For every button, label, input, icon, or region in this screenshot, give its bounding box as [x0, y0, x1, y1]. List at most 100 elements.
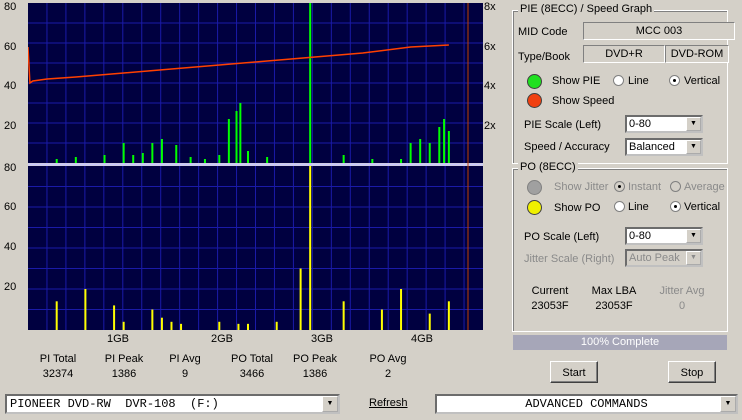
- chevron-down-icon[interactable]: ▼: [686, 229, 701, 243]
- pie-scale-label: PIE Scale (Left): [524, 119, 602, 131]
- po-scale-select[interactable]: 0-80 ▼: [625, 227, 703, 245]
- pie-bar: [428, 143, 431, 163]
- pie-bar: [342, 155, 345, 163]
- po-bar: [380, 309, 383, 330]
- chevron-down-icon[interactable]: ▼: [322, 396, 338, 412]
- chevron-down-icon[interactable]: ▼: [720, 396, 736, 412]
- speed-accuracy-select[interactable]: Balanced ▼: [625, 138, 703, 156]
- stat-pi-avg: PI Avg 9: [169, 353, 201, 380]
- axis-tick: 40: [4, 241, 17, 253]
- pie-line-label[interactable]: Line: [628, 75, 649, 87]
- speed-color-icon[interactable]: [527, 93, 542, 108]
- pie-scale-select[interactable]: 0-80 ▼: [625, 115, 703, 133]
- progress-bar: 100% Complete: [513, 335, 727, 350]
- axis-tick: 40: [4, 80, 17, 92]
- po-vertical-radio[interactable]: [670, 201, 681, 212]
- pie-panel-title: PIE (8ECC) / Speed Graph: [518, 3, 655, 15]
- axis-tick: 20: [4, 120, 17, 132]
- pie-bar: [55, 159, 58, 163]
- po-bar: [218, 321, 221, 330]
- chevron-down-icon[interactable]: ▼: [686, 117, 701, 131]
- pie-bar: [218, 155, 221, 163]
- po-vertical-label[interactable]: Vertical: [684, 201, 720, 213]
- pie-bar: [227, 119, 230, 163]
- pie-bar: [309, 3, 312, 163]
- chevron-down-icon[interactable]: ▼: [686, 140, 701, 154]
- pie-bar: [160, 139, 163, 163]
- po-bar: [122, 321, 125, 330]
- axis-tick: 3GB: [310, 333, 333, 345]
- show-pie-label[interactable]: Show PIE: [552, 75, 600, 87]
- po-color-icon[interactable]: [527, 200, 542, 215]
- pie-bar: [247, 151, 249, 163]
- mid-code-label: MID Code: [518, 26, 568, 38]
- po-bar: [299, 268, 302, 330]
- axis-tick: 4x: [484, 80, 496, 92]
- disc-type-value: DVD+R: [583, 45, 665, 63]
- jitter-average-radio: [670, 181, 681, 192]
- po-bar: [113, 305, 116, 330]
- po-line-label[interactable]: Line: [628, 201, 649, 213]
- pie-bar: [151, 143, 154, 163]
- pie-bar: [203, 159, 206, 163]
- po-bar: [170, 321, 173, 330]
- pie-bar: [266, 157, 269, 163]
- type-book-label: Type/Book: [518, 51, 570, 63]
- po-bar: [309, 166, 312, 330]
- po-bar: [428, 313, 431, 330]
- axis-tick: 6x: [484, 41, 496, 53]
- axis-tick: 60: [4, 41, 17, 53]
- pie-bar: [371, 159, 374, 163]
- po-bar: [151, 309, 154, 330]
- show-jitter-label: Show Jitter: [554, 181, 609, 193]
- pie-color-icon[interactable]: [527, 74, 542, 89]
- pie-bar: [74, 157, 77, 163]
- stat-pi-peak: PI Peak 1386: [104, 353, 144, 380]
- stat-po-total: PO Total 3466: [231, 353, 273, 380]
- pie-bar: [122, 143, 125, 163]
- axis-tick: 1GB: [106, 333, 129, 345]
- po-scale-label: PO Scale (Left): [524, 231, 600, 243]
- show-po-label[interactable]: Show PO: [554, 202, 600, 214]
- drive-select[interactable]: PIONEER DVD-RW DVR-108 (F:) ▼: [5, 394, 340, 414]
- stat-po-avg: PO Avg 2: [369, 353, 407, 380]
- po-bar: [237, 323, 240, 330]
- jitter-color-icon: [527, 180, 542, 195]
- pie-bar: [438, 127, 441, 163]
- current-lba: Current 23053F: [531, 285, 569, 312]
- pie-vertical-label[interactable]: Vertical: [684, 75, 720, 87]
- show-speed-label[interactable]: Show Speed: [552, 95, 614, 107]
- start-button[interactable]: Start: [550, 361, 598, 383]
- pie-vertical-radio[interactable]: [669, 75, 680, 86]
- pie-bar: [447, 131, 450, 163]
- pie-bar: [141, 153, 144, 163]
- pie-line-radio[interactable]: [613, 75, 624, 86]
- axis-tick: 2GB: [210, 333, 233, 345]
- jitter-scale-label: Jitter Scale (Right): [524, 253, 615, 265]
- pie-bar: [419, 139, 422, 163]
- pie-bar: [235, 111, 238, 163]
- pie-bar: [175, 145, 178, 163]
- axis-tick: 8x: [484, 1, 496, 13]
- stop-button[interactable]: Stop: [668, 361, 716, 383]
- po-panel-title: PO (8ECC): [518, 161, 578, 173]
- po-bar: [400, 289, 403, 330]
- pie-bar: [189, 157, 192, 163]
- jitter-instant-label: Instant: [628, 181, 662, 193]
- scan-graph: [28, 3, 483, 330]
- mid-code-value: MCC 003: [583, 22, 735, 40]
- po-bar: [160, 317, 163, 330]
- po-bar: [84, 289, 87, 330]
- stat-po-peak: PO Peak 1386: [292, 353, 338, 380]
- jitter-scale-select: Auto Peak ▼: [625, 249, 703, 267]
- max-lba: Max LBA 23053F: [591, 285, 637, 312]
- pie-bar: [103, 155, 106, 163]
- axis-tick: 60: [4, 201, 17, 213]
- refresh-link[interactable]: Refresh: [369, 397, 408, 409]
- speed-accuracy-label: Speed / Accuracy: [524, 141, 610, 153]
- jitter-avg: Jitter Avg 0: [659, 285, 705, 312]
- commands-select[interactable]: ADVANCED COMMANDS ▼: [435, 394, 738, 414]
- po-bar: [342, 301, 345, 330]
- pie-bar: [239, 103, 242, 163]
- po-line-radio[interactable]: [614, 201, 625, 212]
